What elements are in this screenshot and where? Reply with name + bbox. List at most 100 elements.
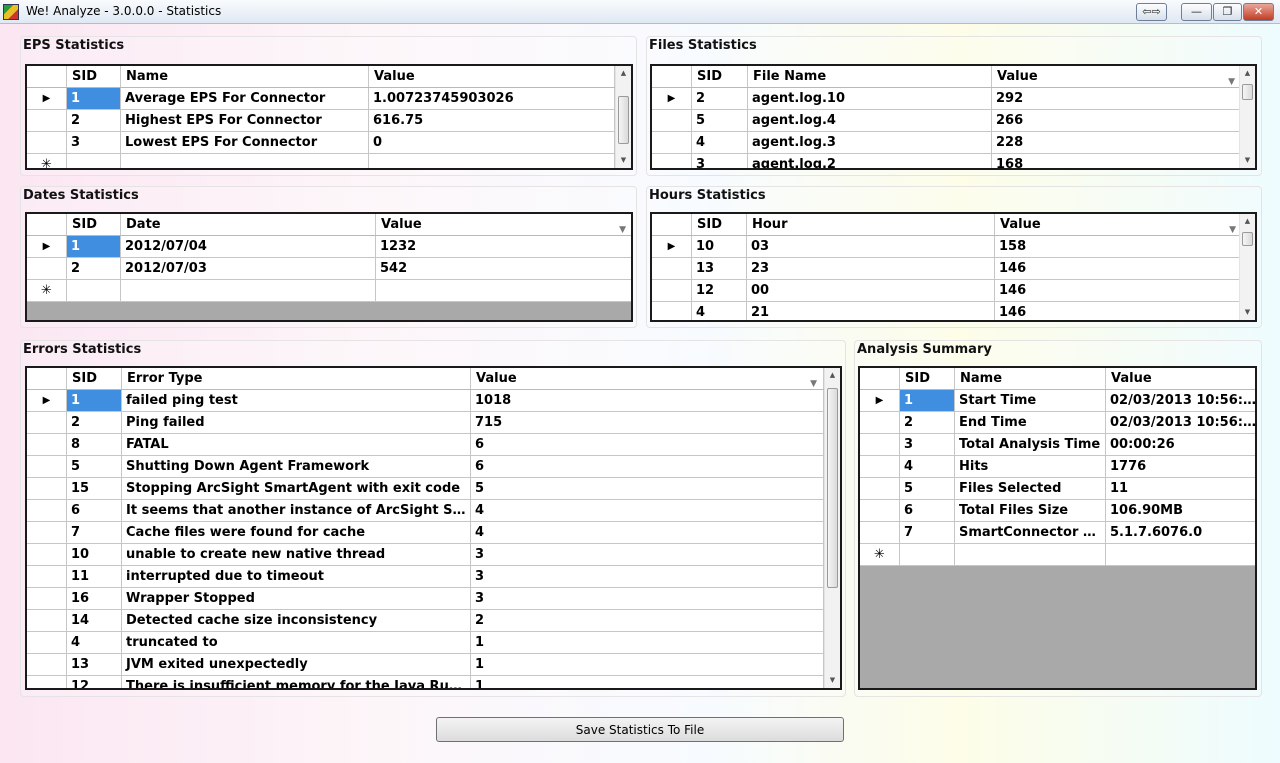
maximize-button[interactable]: ❐ (1213, 3, 1242, 21)
table-row[interactable]: 8 FATAL 6 (27, 434, 824, 456)
column-header-sid[interactable]: SID (67, 214, 121, 235)
cell-sid[interactable]: 3 (692, 154, 748, 168)
cell-error-type[interactable]: Ping failed (122, 412, 471, 433)
cell-value[interactable]: 3 (471, 544, 824, 565)
table-row[interactable]: 14 Detected cache size inconsistency 2 (27, 610, 824, 632)
scroll-down-icon[interactable]: ▼ (1240, 153, 1255, 168)
scroll-down-icon[interactable]: ▼ (616, 153, 631, 168)
row-header[interactable] (27, 588, 67, 609)
row-header[interactable] (27, 132, 67, 153)
scroll-down-icon[interactable]: ▼ (825, 673, 840, 688)
cell-value[interactable]: 715 (471, 412, 824, 433)
table-row[interactable]: 16 Wrapper Stopped 3 (27, 588, 824, 610)
row-header[interactable] (27, 110, 67, 131)
cell-value[interactable]: 6 (471, 434, 824, 455)
cell-sid[interactable]: 1 (67, 236, 121, 257)
cell-sid[interactable]: 6 (67, 500, 122, 521)
save-statistics-button[interactable]: Save Statistics To File (436, 717, 844, 742)
table-row[interactable]: ▶ 1 2012/07/04 1232 (27, 236, 631, 258)
cell-name[interactable]: Highest EPS For Connector (121, 110, 369, 131)
column-header-name[interactable]: Name (121, 66, 369, 87)
current-row-icon[interactable]: ▶ (27, 236, 67, 257)
cell-value[interactable]: 146 (995, 302, 1243, 320)
current-row-icon[interactable]: ▶ (27, 390, 67, 411)
hours-data-grid[interactable]: SID Hour Value ▼ ▶ 10 03 158 13 23 146 12 00 146 4 21 14… (650, 212, 1257, 322)
cell-name[interactable]: SmartConnector Ve... (955, 522, 1106, 543)
row-header[interactable] (652, 302, 692, 320)
cell-date[interactable]: 2012/07/04 (121, 236, 376, 257)
scroll-up-icon[interactable]: ▲ (616, 66, 631, 81)
cell-error-type[interactable]: FATAL (122, 434, 471, 455)
row-header[interactable] (652, 280, 692, 301)
cell-file-name[interactable]: agent.log.2 (748, 154, 992, 168)
cell-error-type[interactable]: It seems that another instance of ArcSig… (122, 500, 471, 521)
cell-sid[interactable]: 1 (900, 390, 955, 411)
cell-sid[interactable]: 8 (67, 434, 122, 455)
table-row[interactable]: 12 00 146 (652, 280, 1243, 302)
cell-value[interactable]: 3 (471, 566, 824, 587)
empty-cell[interactable] (67, 280, 121, 301)
table-row[interactable]: ▶ 1 Average EPS For Connector 1.00723745903… (27, 88, 615, 110)
minimize-button[interactable]: — (1181, 3, 1212, 21)
column-header-sid[interactable]: SID (67, 368, 122, 389)
empty-cell[interactable] (900, 544, 955, 565)
empty-cell[interactable] (1106, 544, 1255, 565)
cell-value[interactable]: 1018 (471, 390, 824, 411)
column-header-file-name[interactable]: File Name (748, 66, 992, 87)
scroll-up-icon[interactable]: ▲ (1240, 66, 1255, 81)
table-row[interactable]: 6 Total Files Size 106.90MB (860, 500, 1255, 522)
cell-sid[interactable]: 5 (692, 110, 748, 131)
cell-sid[interactable]: 13 (67, 654, 122, 675)
cell-sid[interactable]: 4 (67, 632, 122, 653)
table-row[interactable]: 15 Stopping ArcSight SmartAgent with exit… (27, 478, 824, 500)
vertical-scrollbar[interactable]: ▲ ▼ (1239, 214, 1255, 320)
column-header-value[interactable]: Value ▼ (471, 368, 824, 389)
table-row[interactable]: 4 Hits 1776 (860, 456, 1255, 478)
table-row[interactable]: 4 agent.log.3 228 (652, 132, 1242, 154)
cell-sid[interactable]: 11 (67, 566, 122, 587)
cell-sid[interactable]: 2 (67, 258, 121, 279)
row-header[interactable] (27, 434, 67, 455)
column-header-name[interactable]: Name (955, 368, 1106, 389)
row-header[interactable] (860, 412, 900, 433)
cell-name[interactable]: Files Selected (955, 478, 1106, 499)
empty-cell[interactable] (121, 280, 376, 301)
dates-data-grid[interactable]: SID Date Value ▼ ▶ 1 2012/07/04 1232 2 2012/07/03… (25, 212, 633, 322)
table-row[interactable]: 4 truncated to 1 (27, 632, 824, 654)
vertical-scrollbar[interactable]: ▲ ▼ (824, 368, 840, 688)
cell-error-type[interactable]: There is insufficient memory for the Jav… (122, 676, 471, 688)
empty-cell[interactable] (955, 544, 1106, 565)
cell-sid[interactable]: 7 (67, 522, 122, 543)
row-header[interactable] (27, 478, 67, 499)
close-button[interactable]: ✕ (1243, 3, 1274, 21)
cell-value[interactable]: 4 (471, 522, 824, 543)
cell-sid[interactable]: 16 (67, 588, 122, 609)
cell-sid[interactable]: 4 (692, 302, 747, 320)
files-data-grid[interactable]: SID File Name Value ▼ ▶ 2 agent.log.10 292 5 agen… (650, 64, 1257, 170)
scroll-thumb[interactable] (1242, 84, 1253, 100)
table-row[interactable]: 7 SmartConnector Ve... 5.1.7.6076.0 (860, 522, 1255, 544)
cell-error-type[interactable]: Stopping ArcSight SmartAgent with exit c… (122, 478, 471, 499)
cell-error-type[interactable]: Shutting Down Agent Framework (122, 456, 471, 477)
cell-value[interactable]: 146 (995, 280, 1243, 301)
cell-value[interactable]: 542 (376, 258, 631, 279)
cell-date[interactable]: 2012/07/03 (121, 258, 376, 279)
cell-value[interactable]: 02/03/2013 10:56:22 (1106, 390, 1255, 411)
cell-value[interactable]: 1 (471, 676, 824, 688)
cell-name[interactable]: Hits (955, 456, 1106, 477)
row-header[interactable] (860, 456, 900, 477)
cell-sid[interactable]: 6 (900, 500, 955, 521)
cell-sid[interactable]: 1 (67, 390, 122, 411)
column-header-value[interactable]: Value ▼ (995, 214, 1243, 235)
empty-cell[interactable] (121, 154, 369, 168)
cell-value[interactable]: 1.00723745903026 (369, 88, 615, 109)
cell-value[interactable]: 2 (471, 610, 824, 631)
table-row[interactable]: ▶ 2 agent.log.10 292 (652, 88, 1242, 110)
row-header[interactable] (27, 522, 67, 543)
cell-error-type[interactable]: failed ping test (122, 390, 471, 411)
summary-data-grid[interactable]: SID Name Value ▶ 1 Start Time 02/03/2013 10:56… (858, 366, 1257, 690)
new-row[interactable]: ✳ (860, 544, 1255, 566)
cell-value[interactable]: 106.90MB (1106, 500, 1255, 521)
cell-sid[interactable]: 10 (67, 544, 122, 565)
table-row[interactable]: 3 Total Analysis Time 00:00:26 (860, 434, 1255, 456)
